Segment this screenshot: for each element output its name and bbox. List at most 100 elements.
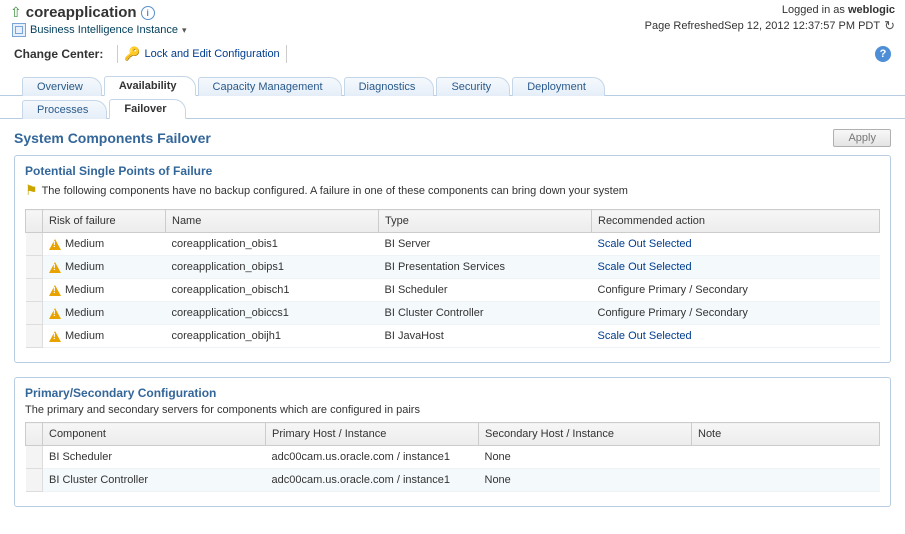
cell-risk: Medium bbox=[43, 256, 166, 279]
row-corner bbox=[26, 446, 43, 469]
tab-deployment[interactable]: Deployment bbox=[512, 77, 605, 96]
cell-primary: adc00cam.us.oracle.com / instance1 bbox=[266, 446, 479, 469]
info-icon[interactable]: i bbox=[141, 6, 155, 20]
cell-action: Configure Primary / Secondary bbox=[592, 279, 880, 302]
tab-availability[interactable]: Availability bbox=[104, 76, 196, 96]
cell-component: BI Cluster Controller bbox=[43, 469, 266, 492]
table-row: BI Cluster Controlleradc00cam.us.oracle.… bbox=[26, 469, 880, 492]
change-center-label: Change Center: bbox=[14, 47, 103, 61]
chevron-down-icon: ▾ bbox=[182, 25, 187, 36]
sub-tabs: Processes Failover bbox=[0, 96, 905, 119]
cell-type: BI Scheduler bbox=[379, 279, 592, 302]
flag-icon: ⚑ bbox=[25, 182, 38, 199]
primary-panel-title: Primary/Secondary Configuration bbox=[25, 386, 880, 400]
cell-name: coreapplication_obisch1 bbox=[166, 279, 379, 302]
cell-type: BI JavaHost bbox=[379, 325, 592, 348]
header-right: Logged in as weblogic Page Refreshed Sep… bbox=[645, 4, 895, 34]
failure-table: Risk of failure Name Type Recommended ac… bbox=[25, 209, 880, 348]
table-row: BI Scheduleradc00cam.us.oracle.com / ins… bbox=[26, 446, 880, 469]
cell-type: BI Cluster Controller bbox=[379, 302, 592, 325]
divider bbox=[286, 45, 287, 63]
col-primary: Primary Host / Instance bbox=[266, 423, 479, 446]
tab-overview[interactable]: Overview bbox=[22, 77, 102, 96]
subtab-processes[interactable]: Processes bbox=[22, 100, 107, 119]
page-refreshed: Page Refreshed Sep 12, 2012 12:37:57 PM … bbox=[645, 18, 895, 34]
content-title: System Components Failover bbox=[14, 130, 211, 146]
row-corner bbox=[26, 469, 43, 492]
tab-capacity-management[interactable]: Capacity Management bbox=[198, 77, 342, 96]
cell-primary: adc00cam.us.oracle.com / instance1 bbox=[266, 469, 479, 492]
table-row: Medium coreapplication_obiccs1BI Cluster … bbox=[26, 302, 880, 325]
refresh-icon[interactable]: ↻ bbox=[884, 18, 895, 34]
row-corner bbox=[26, 233, 43, 256]
logged-in-text: Logged in as weblogic bbox=[645, 4, 895, 16]
action-link[interactable]: Scale Out Selected bbox=[598, 330, 692, 342]
risk-text: Medium bbox=[65, 307, 104, 319]
cell-type: BI Server bbox=[379, 233, 592, 256]
instance-menu[interactable]: Business Intelligence Instance ▾ bbox=[12, 23, 187, 37]
primary-secondary-panel: Primary/Secondary Configuration The prim… bbox=[14, 377, 891, 507]
col-risk: Risk of failure bbox=[43, 210, 166, 233]
failure-panel: Potential Single Points of Failure ⚑ The… bbox=[14, 155, 891, 363]
failure-panel-desc-text: The following components have no backup … bbox=[42, 185, 628, 197]
cell-risk: Medium bbox=[43, 302, 166, 325]
change-center-bar: Change Center: 🔑 Lock and Edit Configura… bbox=[0, 39, 905, 73]
cell-name: coreapplication_obis1 bbox=[166, 233, 379, 256]
warning-icon bbox=[49, 331, 61, 342]
col-action: Recommended action bbox=[592, 210, 880, 233]
instance-label: Business Intelligence Instance bbox=[30, 24, 178, 36]
table-row: Medium coreapplication_obijh1BI JavaHost S… bbox=[26, 325, 880, 348]
col-name: Name bbox=[166, 210, 379, 233]
tab-security[interactable]: Security bbox=[436, 77, 510, 96]
warning-icon bbox=[49, 262, 61, 273]
cell-action: Scale Out Selected bbox=[592, 325, 880, 348]
cell-component: BI Scheduler bbox=[43, 446, 266, 469]
row-corner bbox=[26, 256, 43, 279]
col-note: Note bbox=[692, 423, 880, 446]
primary-panel-desc: The primary and secondary servers for co… bbox=[25, 404, 880, 416]
cell-note bbox=[692, 446, 880, 469]
col-type: Type bbox=[379, 210, 592, 233]
cell-action: Configure Primary / Secondary bbox=[592, 302, 880, 325]
table-corner bbox=[26, 423, 43, 446]
help-icon[interactable]: ? bbox=[875, 46, 891, 62]
cell-name: coreapplication_obijh1 bbox=[166, 325, 379, 348]
cell-action: Scale Out Selected bbox=[592, 256, 880, 279]
table-corner bbox=[26, 210, 43, 233]
cell-secondary: None bbox=[479, 469, 692, 492]
content-header: System Components Failover Apply bbox=[14, 129, 891, 147]
col-secondary: Secondary Host / Instance bbox=[479, 423, 692, 446]
cell-name: coreapplication_obiccs1 bbox=[166, 302, 379, 325]
table-row: Medium coreapplication_obis1BI Server Scal… bbox=[26, 233, 880, 256]
cell-type: BI Presentation Services bbox=[379, 256, 592, 279]
risk-text: Medium bbox=[65, 330, 104, 342]
logged-in-user: weblogic bbox=[848, 4, 895, 16]
header-left: ⇧ coreapplication i Business Intelligenc… bbox=[10, 4, 187, 37]
table-row: Medium coreapplication_obips1BI Presentat… bbox=[26, 256, 880, 279]
failure-panel-desc: ⚑ The following components have no backu… bbox=[25, 182, 880, 199]
app-title: coreapplication bbox=[26, 4, 137, 21]
subtab-failover[interactable]: Failover bbox=[109, 99, 185, 119]
row-corner bbox=[26, 325, 43, 348]
cell-risk: Medium bbox=[43, 279, 166, 302]
risk-text: Medium bbox=[65, 261, 104, 273]
table-row: Mediumcoreapplication_obisch1BI Schedule… bbox=[26, 279, 880, 302]
cell-risk: Medium bbox=[43, 233, 166, 256]
warning-icon bbox=[49, 239, 61, 250]
apply-button[interactable]: Apply bbox=[833, 129, 891, 147]
cell-secondary: None bbox=[479, 446, 692, 469]
cell-note bbox=[692, 469, 880, 492]
action-link[interactable]: Scale Out Selected bbox=[598, 238, 692, 250]
logged-in-prefix: Logged in as bbox=[782, 4, 848, 16]
content-area: System Components Failover Apply Potenti… bbox=[0, 119, 905, 531]
cell-name: coreapplication_obips1 bbox=[166, 256, 379, 279]
tab-diagnostics[interactable]: Diagnostics bbox=[344, 77, 435, 96]
lock-edit-link[interactable]: Lock and Edit Configuration bbox=[145, 48, 280, 60]
action-link[interactable]: Scale Out Selected bbox=[598, 261, 692, 273]
status-up-icon: ⇧ bbox=[10, 4, 22, 21]
page-refreshed-time: Sep 12, 2012 12:37:57 PM PDT bbox=[724, 20, 880, 32]
title-row: ⇧ coreapplication i bbox=[10, 4, 187, 21]
lock-icon: 🔑 bbox=[124, 46, 140, 62]
risk-text: Medium bbox=[65, 238, 104, 250]
page-header: ⇧ coreapplication i Business Intelligenc… bbox=[0, 0, 905, 39]
